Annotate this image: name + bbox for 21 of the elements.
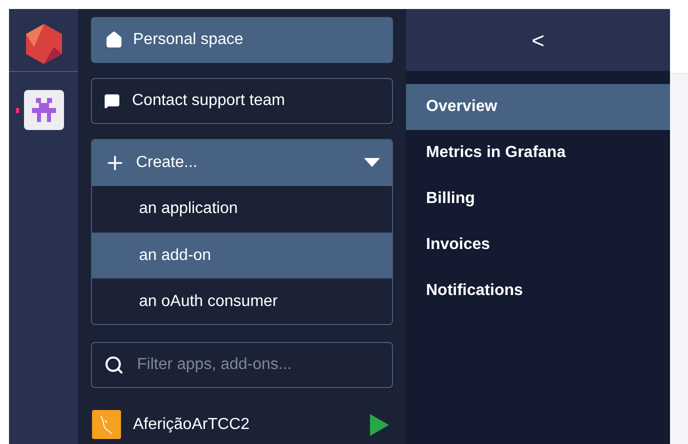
caret-icon [364, 158, 380, 168]
nav-item[interactable]: Overview [406, 84, 670, 130]
personal-space-button[interactable]: Personal space [91, 17, 393, 63]
create-option[interactable]: an add-on [92, 232, 392, 278]
app-name[interactable]: AferiçãoArTCC2 [133, 412, 358, 436]
nav-item[interactable]: Notifications [406, 268, 670, 314]
org-avatar-icon[interactable] [24, 90, 64, 130]
back-button[interactable]: < [524, 24, 552, 56]
filter-field[interactable]: Filter apps, add-ons... [91, 342, 393, 388]
play-icon[interactable] [370, 414, 389, 436]
nav-item[interactable]: Invoices [406, 222, 670, 268]
chat-icon [104, 93, 120, 109]
home-icon [105, 31, 123, 49]
contact-support-button[interactable]: Contact support team [91, 78, 393, 124]
nav-item[interactable]: Billing [406, 176, 670, 222]
create-option[interactable]: an oAuth consumer [92, 278, 392, 324]
gem-logo-icon[interactable] [24, 23, 64, 65]
app-icon [92, 410, 121, 439]
create-button[interactable]: Create... [92, 140, 392, 186]
search-icon [104, 355, 124, 375]
nav-item[interactable]: Metrics in Grafana [406, 130, 670, 176]
